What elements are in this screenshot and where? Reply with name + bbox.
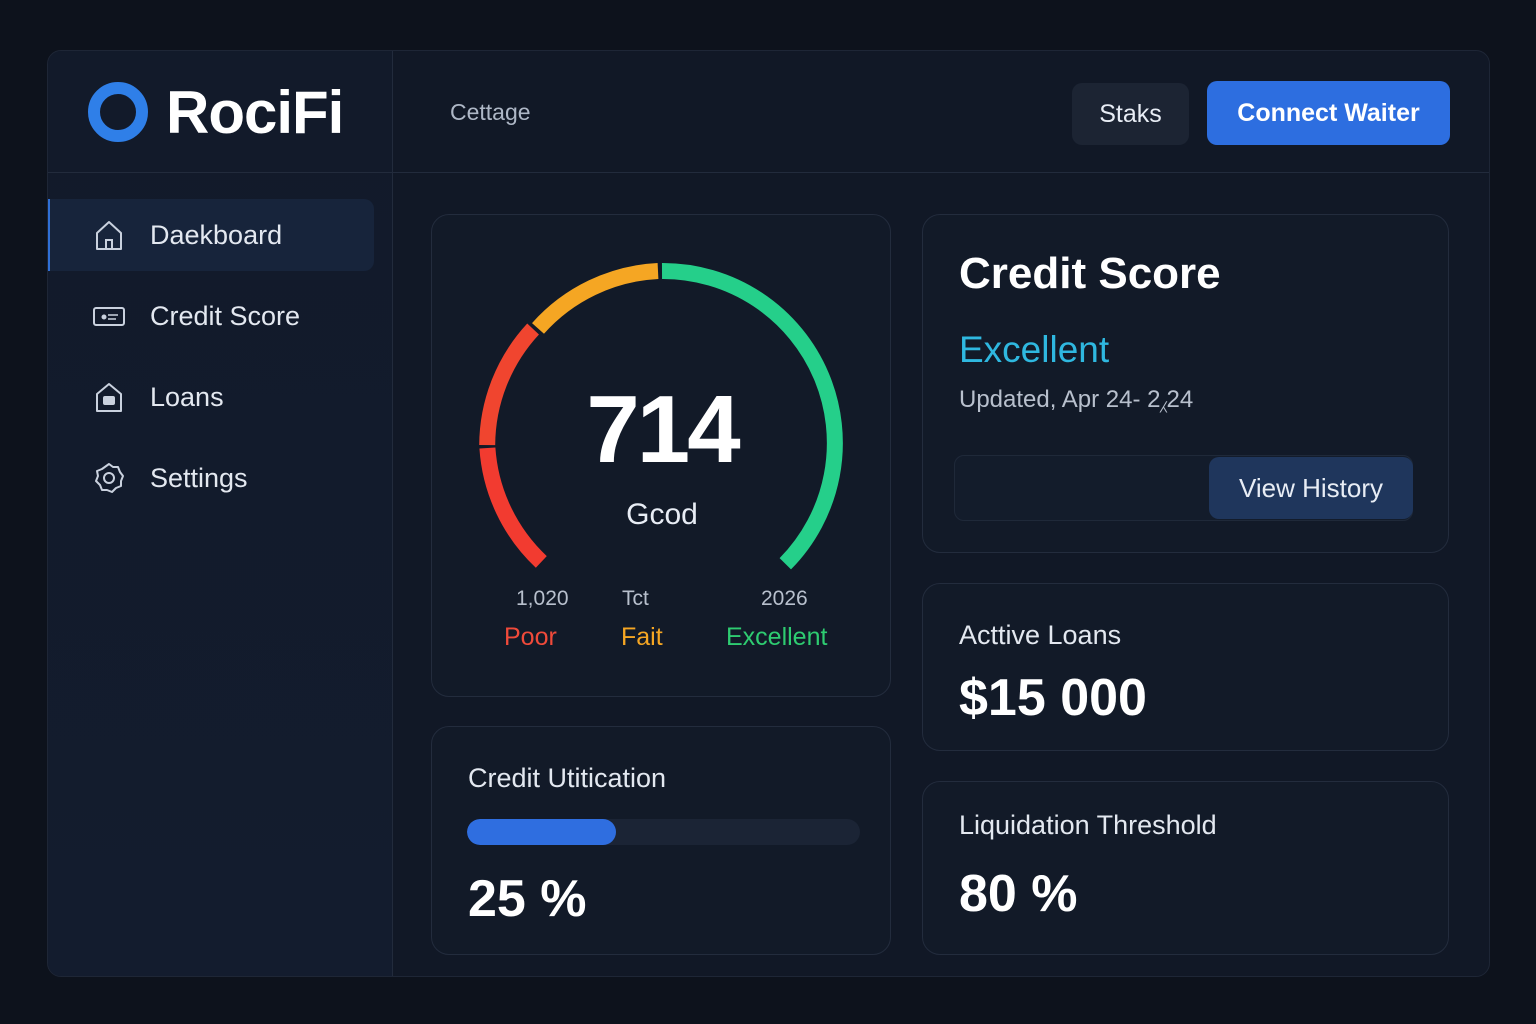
brand-logo-icon [88, 82, 148, 142]
topbar-label[interactable]: Cettage [450, 99, 531, 126]
app-window: RociFi Daekboard Credit Score Loans Sett… [47, 50, 1490, 977]
brand[interactable]: RociFi [88, 79, 344, 146]
credit-score-rating: Gcod [626, 498, 698, 531]
connect-wallet-button[interactable]: Connect Waiter [1207, 81, 1450, 145]
sidebar: RociFi Daekboard Credit Score Loans Sett… [48, 51, 393, 976]
gauge-tick-label: 2026 [761, 587, 808, 610]
liquidation-value: 80 % [959, 865, 1078, 923]
utilization-progress-fill [467, 819, 617, 845]
gauge-zone-excellent: Excellent [726, 623, 828, 651]
active-loans-value: $15 000 [959, 669, 1147, 727]
loan-icon [92, 380, 126, 414]
view-history-button[interactable]: View History [1209, 457, 1413, 519]
active-loans-label: Acttive Loans [959, 620, 1122, 650]
gauge-zone-fair: Fait [621, 623, 663, 651]
brand-name: RociFi [166, 78, 344, 146]
credit-score-card: Credit Score Excellent Updated, Apr 24- … [922, 214, 1449, 553]
header-divider [48, 172, 1489, 173]
card-icon [92, 299, 126, 333]
credit-utilization-card: Credit Utitication 25 % [431, 726, 891, 955]
credit-score-value: 714 [586, 376, 740, 483]
sidebar-item-label: Credit Score [150, 300, 301, 331]
credit-score-updated: Updated, Apr 24- 2⁁24 [959, 386, 1194, 413]
active-loans-card: Acttive Loans $15 000 [922, 583, 1449, 751]
sidebar-nav: Daekboard Credit Score Loans Settings [48, 199, 393, 523]
credit-score-title: Credit Score [959, 249, 1221, 298]
utilization-progress-track [467, 819, 860, 845]
gauge-tick-label: Tct [622, 587, 649, 610]
sidebar-item-label: Settings [150, 462, 248, 493]
liquidation-label: Liquidation Threshold [959, 810, 1217, 840]
sidebar-item-label: Loans [150, 381, 224, 412]
sidebar-item-label: Daekboard [150, 219, 283, 250]
utilization-value: 25 % [468, 870, 587, 928]
sidebar-item-settings[interactable]: Settings [48, 442, 374, 514]
sidebar-item-dashboard[interactable]: Daekboard [48, 199, 374, 271]
staks-button[interactable]: Staks [1072, 83, 1189, 145]
liquidation-threshold-card: Liquidation Threshold 80 % [922, 781, 1449, 955]
sidebar-item-credit-score[interactable]: Credit Score [48, 280, 374, 352]
gauge-tick-label: 1,020 [516, 587, 569, 610]
credit-gauge-card: 714 Gcod 1,020 Tct 2026 Poor Fait Excell… [431, 214, 891, 697]
gauge-arc-fair [532, 263, 659, 334]
credit-score-status: Excellent [959, 329, 1110, 370]
gear-icon [92, 461, 126, 495]
utilization-label: Credit Utitication [468, 763, 667, 793]
gauge-zone-poor: Poor [504, 623, 557, 651]
sidebar-item-loans[interactable]: Loans [48, 361, 374, 433]
home-icon [92, 218, 126, 252]
